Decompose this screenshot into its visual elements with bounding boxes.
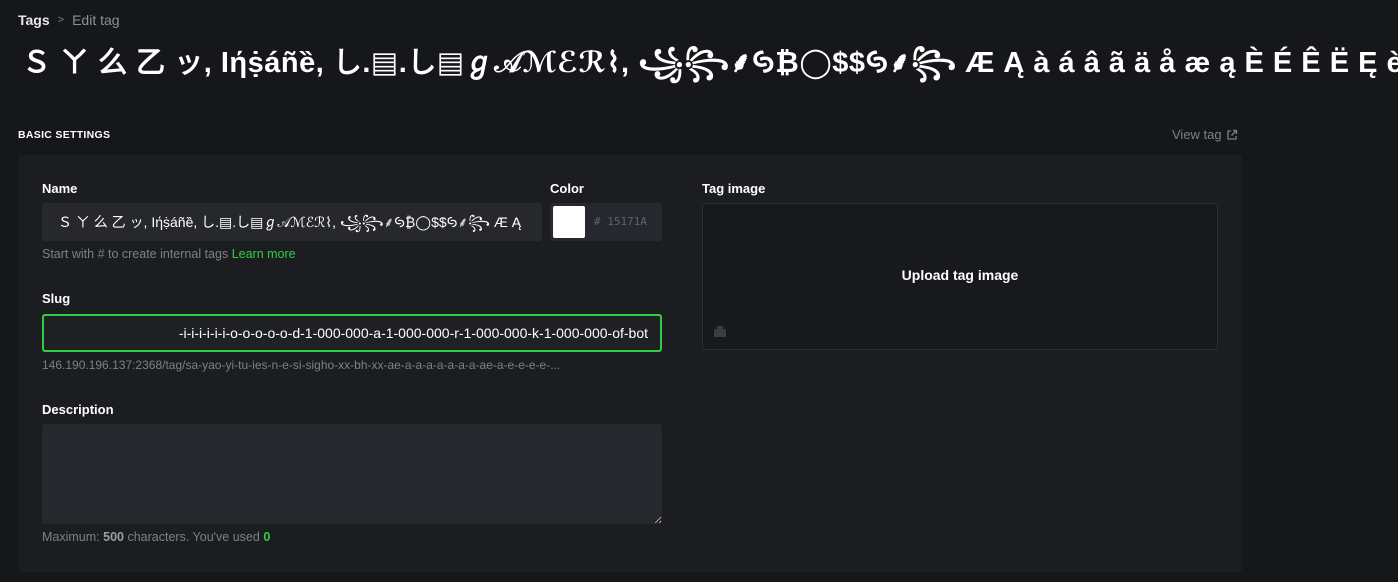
breadcrumb-current: Edit tag [72,12,120,28]
description-textarea[interactable] [42,424,662,524]
description-label: Description [42,402,114,417]
basic-settings-panel: Name Ｓ ㄚ 么 乙 ッ, Iήṩáñȅ, し.▤.し▤ℊ𝒜ℳℰℛ⌇, ꧁꧂… [18,155,1242,572]
slug-input[interactable]: -i-i-i-i-i-i-o-o-o-o-o-d-1-000-000-a-1-0… [42,314,662,352]
name-label: Name [42,181,78,196]
counter-max: 500 [103,530,124,544]
upload-tag-image-button[interactable]: Upload tag image [703,267,1217,283]
color-label: Color [550,181,584,196]
color-swatch[interactable] [553,206,585,238]
name-hint: Start with # to create internal tags Lea… [42,247,296,261]
view-tag-link[interactable]: View tag [1172,127,1238,142]
section-label: BASIC SETTINGS [18,129,111,141]
color-hex-input[interactable]: # 15171A [594,203,647,241]
color-field: # 15171A [550,203,662,241]
page-title: Ｓ ㄚ 么 乙 ッ, Iήṩáñȅ, し.▤.し▤ℊ𝒜ℳℰℛ⌇, ꧁꧂⸙ꚸ₿◯$… [22,47,1398,79]
slug-value: -i-i-i-i-i-i-o-o-o-o-o-d-1-000-000-a-1-0… [178,325,648,341]
name-input[interactable]: Ｓ ㄚ 么 乙 ッ, Iήṩáñȅ, し.▤.し▤ℊ𝒜ℳℰℛ⌇, ꧁꧂⸙ꚸ₿◯$… [42,203,542,241]
edit-tag-page: Tags > Edit tag Ｓ ㄚ 么 乙 ッ, Iήṩáñȅ, し.▤.し… [0,0,1398,582]
external-link-icon [1226,129,1237,140]
counter-prefix: Maximum: [42,530,100,544]
counter-middle: characters. You've used [127,530,260,544]
slug-label: Slug [42,291,71,306]
slug-url-preview: 146.190.196.137:2368/tag/sa-yao-yi-tu-ie… [42,358,561,372]
learn-more-link[interactable]: Learn more [232,247,296,261]
tag-image-label: Tag image [702,181,766,196]
view-tag-label: View tag [1172,127,1222,142]
breadcrumb-tags-link[interactable]: Tags [18,12,50,28]
name-hint-text: Start with # to create internal tags [42,247,229,261]
image-icon [714,326,726,337]
chevron-right-icon: > [57,14,65,26]
counter-used: 0 [263,530,271,544]
tag-image-upload[interactable]: Upload tag image [702,203,1218,350]
description-counter: Maximum: 500 characters. You've used 0 [42,530,270,544]
breadcrumb: Tags > Edit tag [18,12,120,28]
